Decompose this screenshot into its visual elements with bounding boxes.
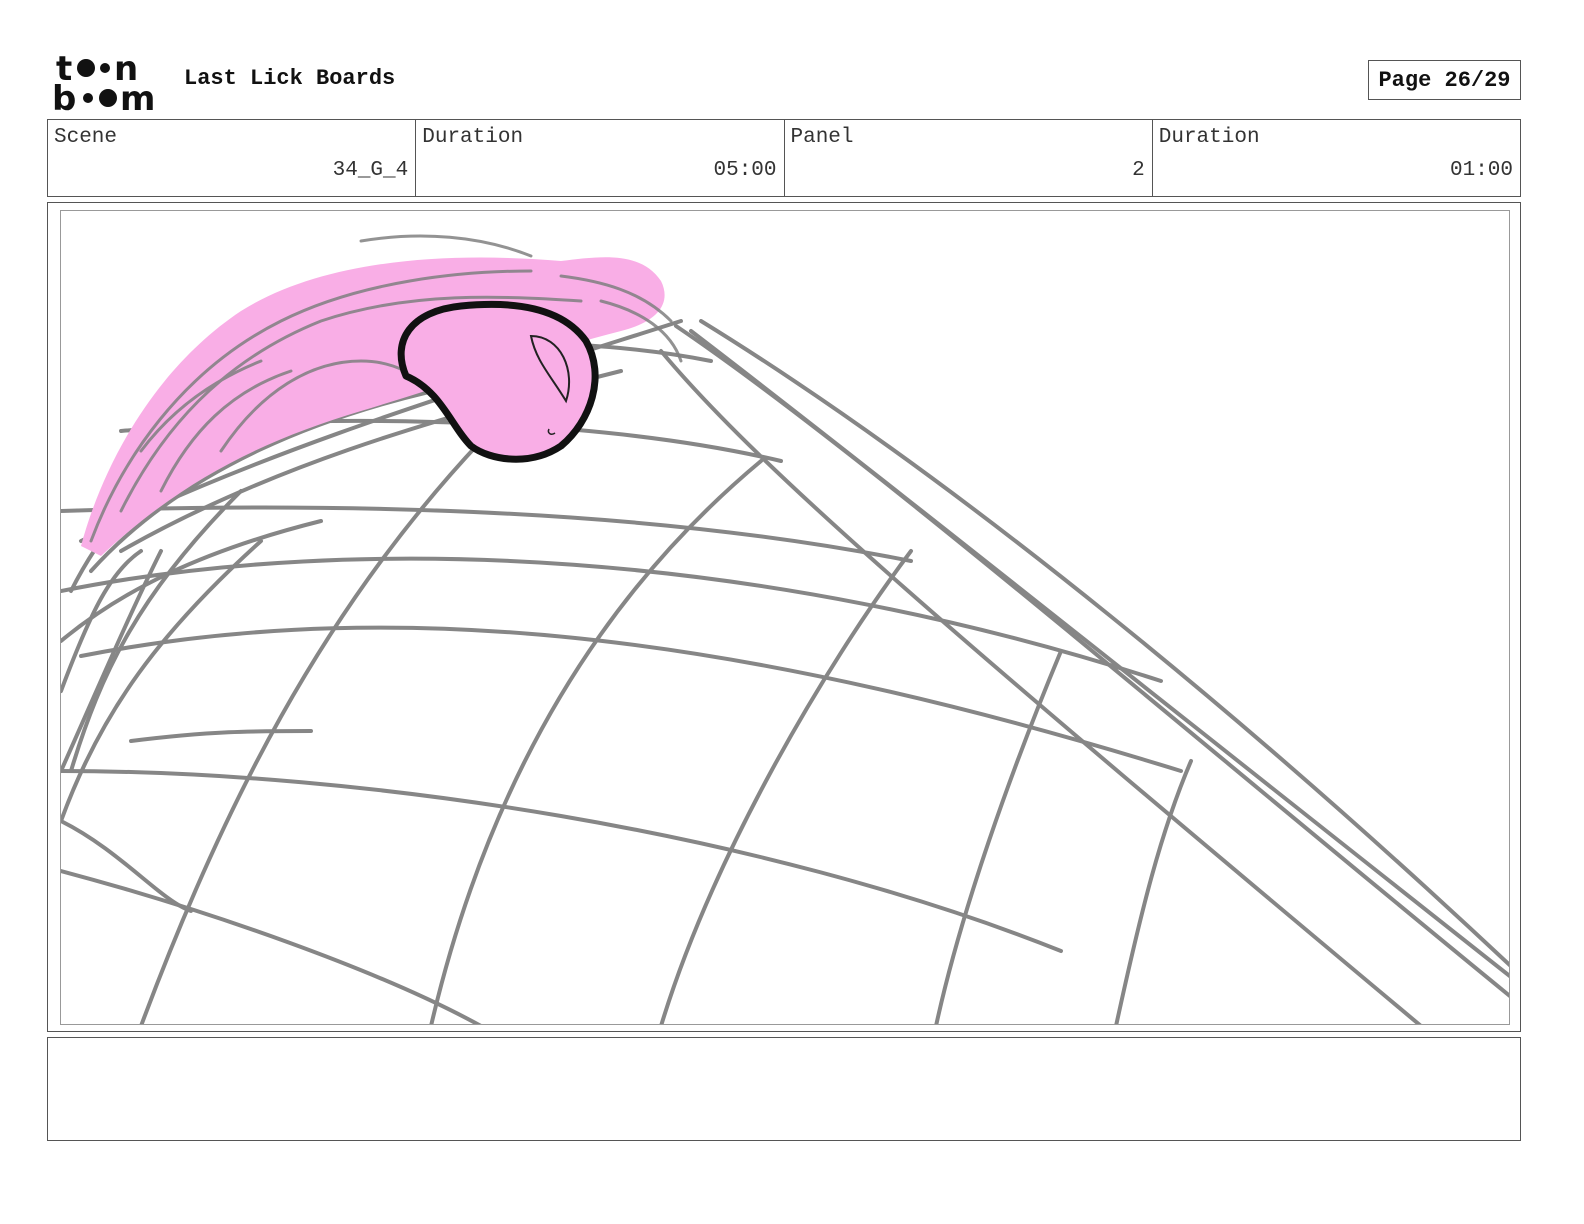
panel-duration-value: 01:00 — [1449, 159, 1513, 182]
toonboom-logo: t n b m — [52, 52, 164, 112]
scene-duration-label: Duration — [422, 126, 524, 149]
sketch-drawing — [61, 234, 1509, 1024]
storyboard-panel-frame — [47, 202, 1521, 1032]
scene-duration-value: 05:00 — [713, 159, 777, 182]
svg-text:m: m — [120, 79, 155, 112]
panel-duration-cell: Duration 01:00 — [1153, 120, 1520, 196]
panel-duration-label: Duration — [1158, 126, 1260, 149]
project-title: Last Lick Boards — [184, 66, 396, 91]
scene-cell: Scene 34_G_4 — [48, 120, 417, 196]
scene-duration-cell: Duration 05:00 — [416, 120, 785, 196]
scene-info-table: Scene 34_G_4 Duration 05:00 Panel 2 Dura… — [47, 119, 1521, 197]
scene-value: 34_G_4 — [332, 159, 409, 182]
panel-label: Panel — [790, 126, 854, 149]
scene-label: Scene — [54, 126, 118, 149]
panel-value: 2 — [1132, 159, 1145, 182]
panel-cell: Panel 2 — [785, 120, 1153, 196]
page-indicator: Page 26/29 — [1368, 60, 1521, 100]
character-head-outline — [397, 300, 599, 463]
storyboard-panel-image — [60, 210, 1510, 1025]
panel-notes-box — [47, 1037, 1521, 1141]
svg-text:b: b — [52, 79, 76, 112]
